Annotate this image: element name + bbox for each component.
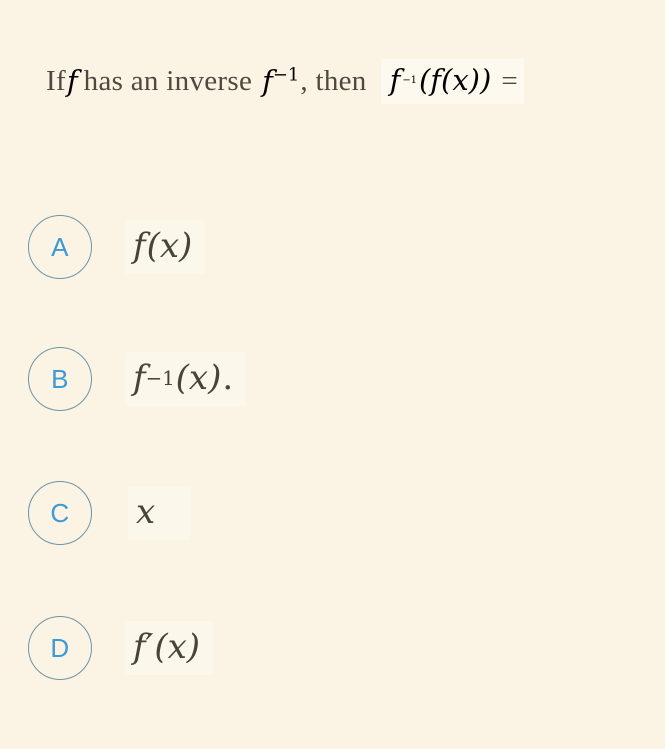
question-inverse-symbol: f−1 xyxy=(261,64,300,98)
question-comma-then: , then xyxy=(300,64,367,97)
option-letter-b: B xyxy=(51,364,69,394)
quiz-question-screen: If f has an inverse f−1 , then f −1(f(x))… xyxy=(0,0,665,749)
option-b-args: (x) xyxy=(175,358,222,398)
option-d-args: (x) xyxy=(154,627,201,667)
inverse-exponent: −1 xyxy=(272,64,300,86)
option-letter-c: C xyxy=(50,498,70,528)
option-b-suffix: . xyxy=(222,358,234,398)
question-variable-f: f xyxy=(66,64,78,98)
option-b-exponent: −1 xyxy=(145,366,175,390)
question-expression: f −1(f(x)) = xyxy=(380,58,524,104)
option-a-base: f xyxy=(133,226,146,266)
option-d-base: f xyxy=(133,627,146,667)
option-row-a[interactable]: A f (x) xyxy=(0,212,665,282)
option-row-b[interactable]: B f −1 (x). xyxy=(0,344,665,414)
option-d-prime: ′ xyxy=(145,627,154,667)
question-prefix: If xyxy=(46,64,66,97)
option-letter-d: D xyxy=(50,633,70,663)
option-answer-b[interactable]: f −1 (x). xyxy=(125,352,246,406)
question-middle-text: has an inverse xyxy=(83,64,253,97)
option-answer-d[interactable]: f ′ (x) xyxy=(125,621,214,675)
expression-base: f xyxy=(389,62,401,97)
option-bubble-d[interactable]: D xyxy=(28,616,92,680)
option-a-args: (x) xyxy=(146,226,193,266)
option-row-c[interactable]: C x xyxy=(0,478,665,548)
option-answer-c[interactable]: x xyxy=(128,486,192,540)
option-c-base: x xyxy=(136,492,156,532)
inverse-base: f xyxy=(262,64,273,98)
expression-arguments: (f(x)) xyxy=(418,62,492,97)
option-bubble-b[interactable]: B xyxy=(28,347,92,411)
option-row-d[interactable]: D f ′ (x) xyxy=(0,613,665,683)
question-stem: If f has an inverse f−1 , then f −1(f(x))… xyxy=(46,55,656,107)
option-answer-a[interactable]: f (x) xyxy=(125,220,206,274)
option-bubble-c[interactable]: C xyxy=(28,481,92,545)
option-bubble-a[interactable]: A xyxy=(28,215,92,279)
expression-exponent: −1 xyxy=(402,75,417,87)
option-b-base: f xyxy=(133,358,146,398)
expression-equals: = xyxy=(501,64,518,97)
option-letter-a: A xyxy=(51,232,69,262)
